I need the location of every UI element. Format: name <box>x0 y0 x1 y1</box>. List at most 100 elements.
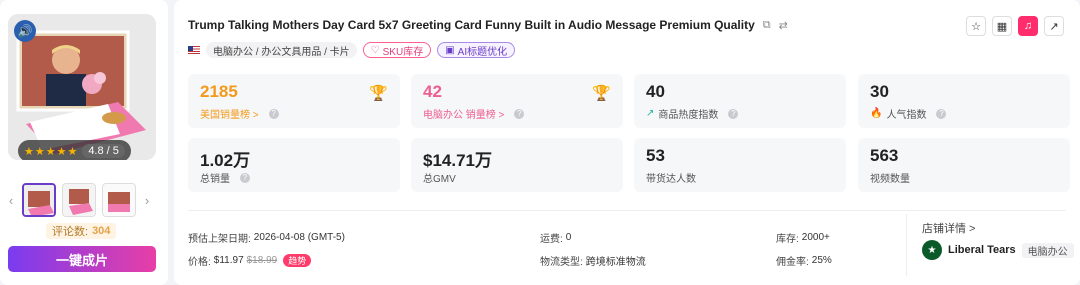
stat-value: 53 <box>646 146 665 165</box>
shop-info: ★ Liberal Tears 电脑办公 <box>922 240 1074 260</box>
thumbnail-1[interactable] <box>22 183 56 217</box>
stat-us-sales-rank[interactable]: 2185 美国销量榜 >? 🏆 <box>188 74 400 128</box>
external-link-icon[interactable]: ↗ <box>1044 16 1064 36</box>
price-label: 价格: <box>188 257 211 268</box>
audio-icon: 🔊 <box>14 20 36 42</box>
divider <box>188 210 1066 211</box>
stat-value: 42 <box>423 82 442 101</box>
trend-button[interactable]: 趋势 <box>283 254 312 267</box>
thumbnail-strip: ‹ › <box>6 182 162 218</box>
stat-creator-count: 53 带货达人数 <box>634 138 846 192</box>
logistics-value: 跨境标准物流 <box>585 257 646 268</box>
stat-label-row: 带货达人数 <box>646 170 696 185</box>
favorite-star-icon[interactable]: ☆ <box>966 16 986 36</box>
product-main-image[interactable]: 🔊 ★★★★★ 4.8 / 5 <box>8 14 156 160</box>
action-icons: ☆ ▦ ♫ ↗ <box>966 16 1064 36</box>
tiktok-icon[interactable]: ♫ <box>1018 16 1038 36</box>
vertical-divider <box>906 214 907 276</box>
stat-label: 电脑办公 销量榜 > <box>423 110 505 121</box>
review-label: 评论数: <box>52 226 89 238</box>
rating-score: 4.8 / 5 <box>82 144 125 158</box>
sku-stock-button[interactable]: ♡ SKU库存 <box>362 42 432 58</box>
shop-logo: ★ <box>922 240 942 260</box>
shipping-value: 0 <box>565 232 572 243</box>
review-number: 304 <box>92 225 111 237</box>
trend-up-icon: ↗ <box>646 108 655 119</box>
category-pill: 电脑办公 / 办公文具用品 / 卡片 <box>206 42 357 58</box>
stat-label: 带货达人数 <box>646 174 696 185</box>
title-row: Trump Talking Mothers Day Card 5x7 Greet… <box>188 18 788 32</box>
help-icon[interactable]: ? <box>240 172 250 183</box>
launch-date: 预估上架日期: 2026-04-08 (GMT-5) <box>188 230 345 245</box>
price: 价格: $11.97 $18.99 趋势 <box>188 253 312 268</box>
commission-label: 佣金率: <box>776 257 809 268</box>
stat-heat-index: 40 ↗ 商品热度指数? <box>634 74 846 128</box>
sku-icon: ♡ <box>370 44 380 56</box>
stat-label-row: 电脑办公 销量榜 >? <box>423 106 525 121</box>
help-icon[interactable]: ? <box>514 108 525 119</box>
logistics-label: 物流类型: <box>540 257 583 268</box>
stock: 库存: 2000+ <box>776 230 830 245</box>
stat-value: $14.71万 <box>423 151 492 170</box>
review-count: 评论数: 304 <box>46 223 117 239</box>
product-gallery: 🔊 ★★★★★ 4.8 / 5 ‹ › 评论数: 304 一键成片 <box>0 0 168 285</box>
stat-category-rank[interactable]: 42 电脑办公 销量榜 >? 🏆 <box>411 74 623 128</box>
stat-popularity-index: 30 🔥 人气指数? <box>858 74 1070 128</box>
shop-category: 电脑办公 <box>1021 242 1074 258</box>
stat-total-sales: 1.02万 总销量? <box>188 138 400 192</box>
stat-label-row: 美国销量榜 >? <box>200 106 279 121</box>
product-title: Trump Talking Mothers Day Card 5x7 Greet… <box>188 18 755 32</box>
stat-total-gmv: $14.71万 总GMV <box>411 138 623 192</box>
commission: 佣金率: 25% <box>776 253 832 268</box>
stat-label-row: 视频数量 <box>870 170 910 185</box>
trophy-icon: 🏆 <box>592 85 611 102</box>
help-icon[interactable]: ? <box>268 108 279 119</box>
shipping-label: 运费: <box>540 234 563 245</box>
stat-label-row: ↗ 商品热度指数? <box>646 106 739 121</box>
meta-row: 电脑办公 / 办公文具用品 / 卡片 ♡ SKU库存 ▣ AI标题优化 <box>188 42 516 58</box>
one-click-video-button[interactable]: 一键成片 <box>8 246 156 272</box>
stat-value: 40 <box>646 82 665 101</box>
stat-value: 30 <box>870 82 889 101</box>
translate-icon[interactable]: ⇄ <box>779 19 788 32</box>
stat-label: 商品热度指数 <box>658 110 719 121</box>
launch-value: 2026-04-08 (GMT-5) <box>253 232 345 243</box>
stat-value: 563 <box>870 146 899 165</box>
launch-label: 预估上架日期: <box>188 234 251 245</box>
copy-icon[interactable]: ⧉ <box>763 19 771 32</box>
price-value: $11.97 <box>213 255 244 266</box>
qr-code-icon[interactable]: ▦ <box>992 16 1012 36</box>
stat-label-row: 🔥 人气指数? <box>870 106 947 121</box>
sku-label: SKU库存 <box>382 46 424 58</box>
rating-badge: ★★★★★ 4.8 / 5 <box>18 140 131 160</box>
help-icon[interactable]: ? <box>936 108 947 119</box>
stat-label: 视频数量 <box>870 174 910 185</box>
shop-details-link[interactable]: 店铺详情 > <box>922 220 975 236</box>
ai-title-button[interactable]: ▣ AI标题优化 <box>437 42 516 58</box>
ai-icon: ▣ <box>445 44 455 56</box>
stat-value: 1.02万 <box>200 151 251 170</box>
chevron-right-icon[interactable]: › <box>142 193 152 208</box>
shop-name[interactable]: Liberal Tears <box>948 244 1016 256</box>
thumbnail-2[interactable] <box>62 183 96 217</box>
help-icon[interactable]: ? <box>728 108 739 119</box>
product-detail-panel: Trump Talking Mothers Day Card 5x7 Greet… <box>174 0 1080 285</box>
trophy-icon: 🏆 <box>369 85 388 102</box>
chevron-left-icon[interactable]: ‹ <box>6 193 16 208</box>
trend-label: 趋势 <box>288 256 307 266</box>
price-original: $18.99 <box>246 255 278 266</box>
stat-label-row: 总GMV <box>423 170 456 185</box>
logistics: 物流类型: 跨境标准物流 <box>540 253 646 268</box>
star-rating-icon: ★★★★★ <box>24 145 79 158</box>
stat-label: 人气指数 <box>886 110 927 121</box>
commission-value: 25% <box>811 255 832 266</box>
thumbnail-3[interactable] <box>102 183 136 217</box>
stat-video-count: 563 视频数量 <box>858 138 1070 192</box>
us-flag-icon <box>188 46 200 54</box>
stat-label: 美国销量榜 > <box>200 110 259 121</box>
ai-label: AI标题优化 <box>457 46 508 58</box>
fire-icon: 🔥 <box>870 108 883 119</box>
stat-label: 总销量 <box>200 174 230 185</box>
stat-label: 总GMV <box>423 174 456 185</box>
stock-value: 2000+ <box>801 232 830 243</box>
